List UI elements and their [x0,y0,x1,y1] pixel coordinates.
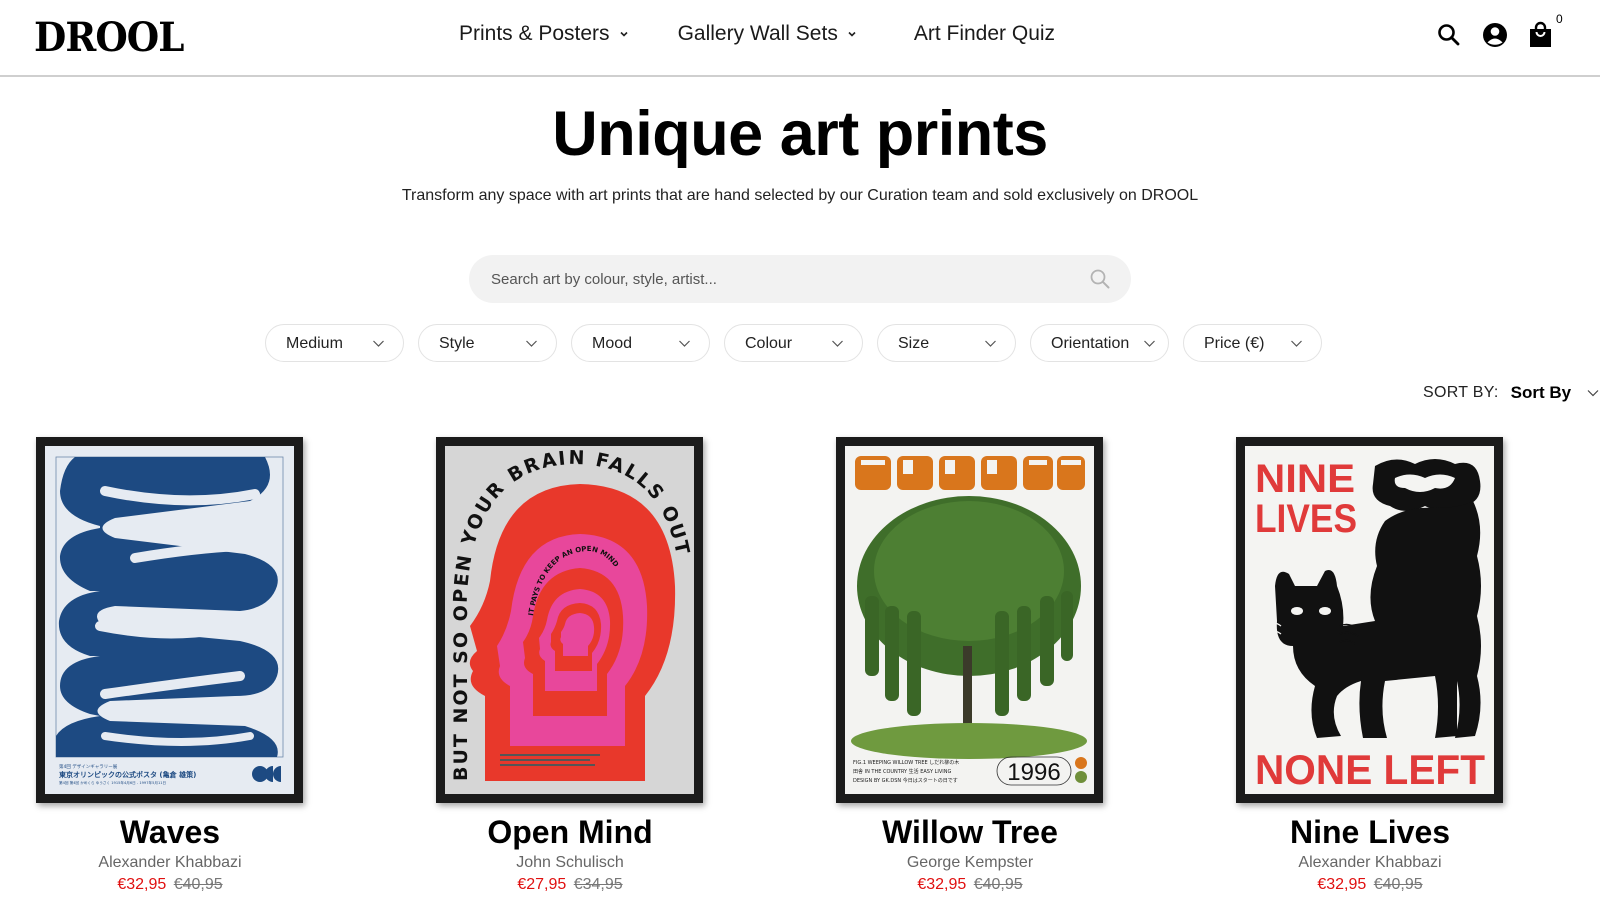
product-image[interactable]: FIG.1 WEEPING WILLOW TREE しだれ柳の木 田舎 IN T… [836,437,1103,803]
cart-button[interactable] [1526,20,1556,50]
product-price: €27,95 €34,95 [420,876,720,894]
chevron-down-icon [1144,340,1155,347]
product-artist[interactable]: John Schulisch [420,854,720,872]
nav-label: Art Finder Quiz [913,22,1056,45]
cart-count-badge: 0 [1556,12,1563,26]
filter-style[interactable]: Style [418,324,557,362]
product-price: €32,95 €40,95 [1220,876,1520,894]
filter-label: Style [439,335,475,352]
original-price: €40,95 [1373,876,1423,893]
product-image[interactable]: 第4回 デザインギャラリー展 東京オリンピックの公式ポスタ (亀倉 雄策) 第4… [36,437,303,803]
product-title[interactable]: Willow Tree [820,814,1120,851]
product-price: €32,95 €40,95 [20,876,320,894]
filter-size[interactable]: Size [877,324,1016,362]
nav-label: Gallery Wall Sets [677,22,838,45]
search-button[interactable] [1434,20,1464,50]
art-search-input[interactable] [491,255,1051,303]
svg-text:東京オリンピックの公式ポスタ (亀倉 雄策): 東京オリンピックの公式ポスタ (亀倉 雄策) [59,770,196,779]
filter-colour[interactable]: Colour [724,324,863,362]
nine-lives-artwork-graphic: NINE LIVES NONE LEFT [1245,446,1494,794]
filter-label: Medium [286,335,343,352]
svg-text:DESIGN BY GK.DSN 今日はスタートの日です: DESIGN BY GK.DSN 今日はスタートの日です [853,777,958,784]
product-image[interactable]: BUT NOT SO OPEN YOUR BRAIN FALLS OUT IT … [436,437,703,803]
original-price: €40,95 [973,876,1023,893]
nav-gallery-wall-sets[interactable]: Gallery Wall Sets [678,22,858,46]
artwork-nine-lives: NINE LIVES NONE LEFT [1245,446,1494,794]
sort-value: Sort By [1510,383,1572,402]
chevron-down-icon [526,340,537,347]
search-icon[interactable] [1089,268,1111,290]
product-artist[interactable]: George Kempster [820,854,1120,872]
product-title[interactable]: Open Mind [420,814,720,851]
filter-label: Colour [745,335,793,352]
chevron-down-icon [985,340,996,347]
sale-price: €32,95 [1317,876,1367,893]
header-actions [1434,20,1572,50]
artwork-waves: 第4回 デザインギャラリー展 東京オリンピックの公式ポスタ (亀倉 雄策) 第4… [45,446,294,794]
svg-text:NONE LEFT: NONE LEFT [1255,746,1485,793]
artwork-open-mind: BUT NOT SO OPEN YOUR BRAIN FALLS OUT IT … [445,446,694,794]
site-header: DROOL Prints & Posters Gallery Wall Sets… [0,0,1600,77]
art-search-bar [469,255,1131,303]
filter-bar: Medium Style Mood Colour Size Orientatio… [265,324,1336,362]
product-image[interactable]: NINE LIVES NONE LEFT [1236,437,1503,803]
search-icon [1438,24,1460,46]
sale-price: €27,95 [517,876,567,893]
nav-art-finder-quiz[interactable]: Art Finder Quiz [914,22,1055,46]
waves-artwork-graphic: 第4回 デザインギャラリー展 東京オリンピックの公式ポスタ (亀倉 雄策) 第4… [45,446,294,794]
filter-label: Orientation [1051,335,1130,352]
artwork-willow-tree: FIG.1 WEEPING WILLOW TREE しだれ柳の木 田舎 IN T… [845,446,1094,794]
sale-price: €32,95 [117,876,167,893]
chevron-down-icon [1291,340,1302,347]
product-title[interactable]: Waves [20,814,320,851]
filter-price[interactable]: Price (€) [1183,324,1322,362]
page-title: Unique art prints [552,99,1048,169]
nav-label: Prints & Posters [459,22,610,45]
filter-label: Size [898,335,930,352]
filter-label: Price (€) [1204,335,1265,352]
svg-text:第4回 デザインギャラリー展: 第4回 デザインギャラリー展 [59,763,118,770]
svg-text:1996: 1996 [1007,759,1060,786]
filter-label: Mood [592,335,633,352]
chevron-down-icon [848,31,856,37]
account-icon [1483,23,1507,47]
filter-orientation[interactable]: Orientation [1030,324,1169,362]
svg-text:田舎 IN THE COUNTRY 生活 EASY LIVI: 田舎 IN THE COUNTRY 生活 EASY LIVING [853,768,952,775]
product-price: €32,95 €40,95 [820,876,1120,894]
page-subtitle: Transform any space with art prints that… [401,187,1199,204]
product-artist[interactable]: Alexander Khabbazi [20,854,320,872]
filter-mood[interactable]: Mood [571,324,710,362]
cart-icon [1530,21,1551,47]
svg-text:第4回 第4回 かめくら ゆうさく 1915年4月6日 -: 第4回 第4回 かめくら ゆうさく 1915年4月6日 - 1997年5月11日 [59,780,166,785]
product-artist[interactable]: Alexander Khabbazi [1220,854,1520,872]
svg-text:NINE: NINE [1255,457,1355,501]
chevron-down-icon [619,31,628,37]
sort-dropdown[interactable]: SORT BY: Sort By [1423,383,1599,403]
sort-label: SORT BY: [1423,384,1499,401]
open-mind-artwork-graphic: BUT NOT SO OPEN YOUR BRAIN FALLS OUT IT … [445,446,694,794]
logo[interactable]: DROOL [34,14,184,61]
original-price: €40,95 [173,876,223,893]
original-price: €34,95 [573,876,623,893]
filter-medium[interactable]: Medium [265,324,404,362]
nav-prints-posters[interactable]: Prints & Posters [459,22,630,46]
sale-price: €32,95 [917,876,967,893]
svg-text:FIG.1 WEEPING WILLOW TREE しだれ柳: FIG.1 WEEPING WILLOW TREE しだれ柳の木 [853,759,959,766]
chevron-down-icon [1587,390,1599,397]
chevron-down-icon [679,340,690,347]
product-title[interactable]: Nine Lives [1220,814,1520,851]
chevron-down-icon [832,340,843,347]
main-nav: Prints & Posters Gallery Wall Sets Art F… [459,22,1055,46]
willow-tree-artwork-graphic: FIG.1 WEEPING WILLOW TREE しだれ柳の木 田舎 IN T… [845,446,1094,794]
svg-text:LIVES: LIVES [1255,497,1357,541]
chevron-down-icon [373,340,384,347]
account-button[interactable] [1480,20,1510,50]
